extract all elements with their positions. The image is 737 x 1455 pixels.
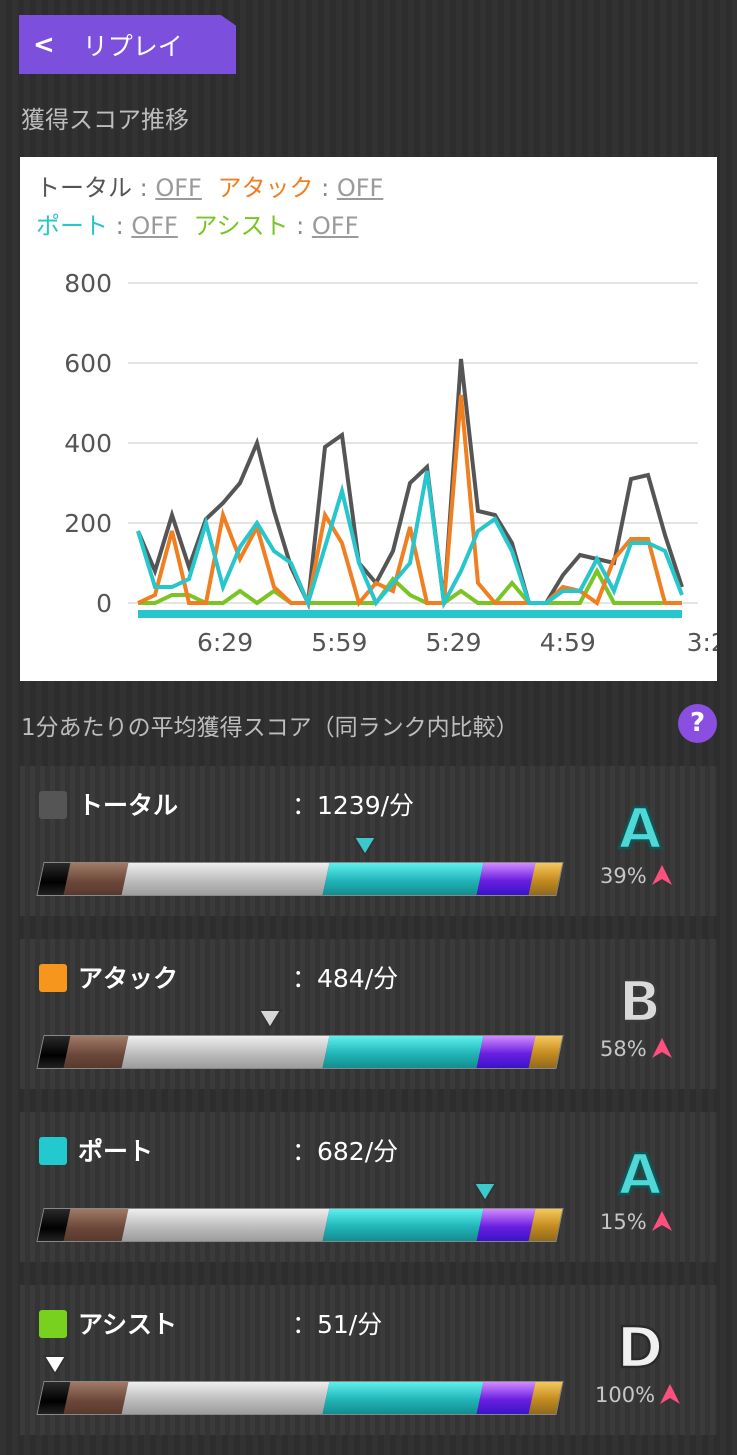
position-marker-icon [257,1009,283,1030]
y-tick-label: 400 [64,429,112,458]
grade-letter: A [618,797,662,856]
rank-percent: 100% [595,1383,656,1407]
rank-card: アシスト ：51/分 D 100% [20,1285,717,1435]
x-tick-label: 4:59 [540,628,596,657]
position-marker-icon [352,836,378,857]
x-tick-label: 5:29 [425,628,481,657]
grade-letter: D [617,1316,663,1375]
rank-value: ：484/分 [292,964,399,993]
rank-percent: 58% [600,1037,647,1061]
position-marker-icon [42,1355,68,1376]
rank-name: アタック [78,964,179,993]
distribution-bar [36,862,564,896]
rank-card: ポート ：682/分 A 15% [20,1112,717,1262]
back-label: リプレイ [82,31,183,61]
x-tick-label: 6:29 [197,628,253,657]
color-swatch [39,791,67,819]
y-tick-label: 0 [96,589,112,618]
y-tick-label: 800 [64,269,112,298]
rank-card: アタック ：484/分 B 58% [20,939,717,1089]
color-swatch [39,1310,67,1338]
color-swatch [39,1137,67,1165]
chevron-left-icon: < [33,29,55,60]
rank-value: ：682/分 [292,1137,399,1166]
up-arrow-icon [651,865,672,885]
grade-badge-icon: A [617,1142,664,1202]
rank-percent: 15% [600,1210,647,1234]
help-icon[interactable]: ? [678,704,717,743]
distribution-bar [36,1035,564,1069]
grade-letter: B [619,970,662,1029]
grade-badge-icon: A [617,796,664,856]
score-trend-title: 獲得スコア推移 [21,106,189,134]
up-arrow-icon [660,1384,681,1404]
x-tick-label: 5:59 [311,628,367,657]
score-line-chart: 800 600 400 200 0 6:29 5:59 5:29 4:59 3:29 [64,269,717,657]
distribution-bar [36,1208,564,1242]
y-tick-label: 600 [64,349,112,378]
grade-badge-icon: B [617,969,662,1029]
rank-name: アシスト [78,1310,178,1339]
grade-badge-icon: D [616,1315,665,1375]
up-arrow-icon [651,1038,672,1058]
rank-percent: 39% [600,864,647,888]
rank-section-title: 1分あたりの平均獲得スコア（同ランク内比較） [21,715,519,741]
color-swatch [39,964,67,992]
rank-name: トータル [78,791,179,820]
rank-name: ポート [78,1137,154,1166]
back-button[interactable]: < リプレイ [19,15,236,74]
distribution-bar [36,1381,564,1415]
rank-card: トータル ：1239/分 A 39% [20,766,717,916]
rank-value: ：1239/分 [292,791,415,820]
y-tick-label: 200 [64,509,112,538]
up-arrow-icon [651,1211,672,1231]
score-chart-card: トータル : OFF アタック : OFF ポート : OFF アシスト : O… [20,157,717,681]
position-marker-icon [472,1182,498,1203]
grade-letter: A [618,1143,662,1202]
rank-value: ：51/分 [292,1310,383,1339]
x-tick-label: 3:29 [687,628,717,657]
